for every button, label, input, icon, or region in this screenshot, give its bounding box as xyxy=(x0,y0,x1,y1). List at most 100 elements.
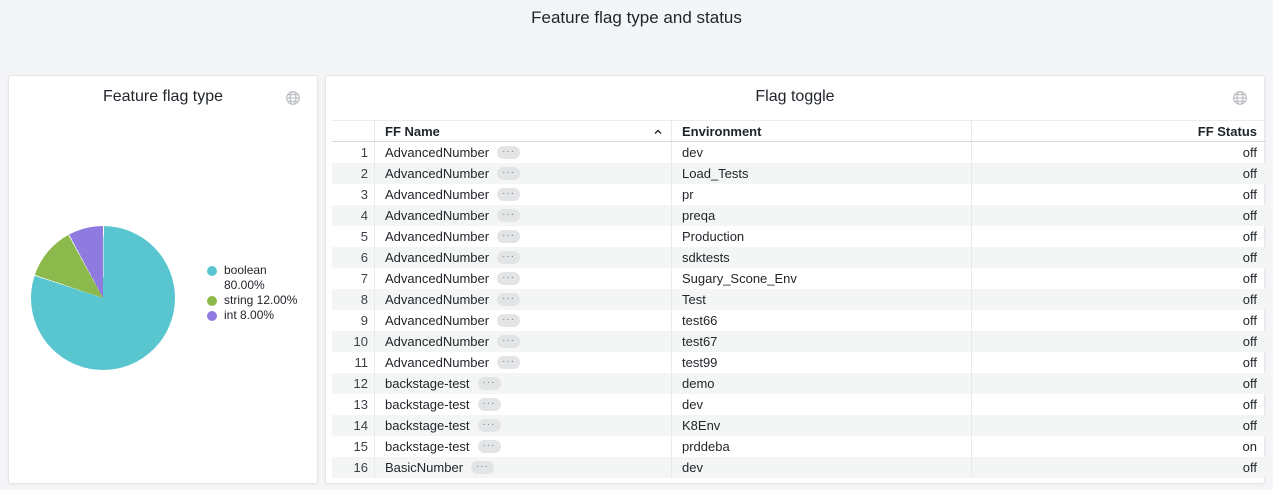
row-actions-ellipsis[interactable]: ··· xyxy=(497,272,520,285)
ff-status-cell: off xyxy=(971,352,1263,373)
ff-name-text: AdvancedNumber xyxy=(385,289,489,310)
ff-status-cell: off xyxy=(971,247,1263,268)
ff-name-text: AdvancedNumber xyxy=(385,352,489,373)
table-row: 7AdvancedNumber···Sugary_Scone_Envoff xyxy=(332,268,1266,289)
row-number-cell: 8 xyxy=(332,289,374,310)
table-row: 4AdvancedNumber···preqaoff xyxy=(332,205,1266,226)
row-number-cell: 4 xyxy=(332,205,374,226)
row-number-cell: 10 xyxy=(332,331,374,352)
row-actions-ellipsis[interactable]: ··· xyxy=(497,188,520,201)
ff-name-text: AdvancedNumber xyxy=(385,226,489,247)
table-row: 6AdvancedNumber···sdktestsoff xyxy=(332,247,1266,268)
table-row: 12backstage-test···demooff xyxy=(332,373,1266,394)
legend-item-int[interactable]: int 8.00% xyxy=(207,308,297,323)
ff-status-cell: off xyxy=(971,457,1263,478)
legend-label: int 8.00% xyxy=(224,308,274,323)
legend-item-string[interactable]: string 12.00% xyxy=(207,293,297,308)
ff-status-cell: off xyxy=(971,205,1263,226)
ff-name-text: backstage-test xyxy=(385,415,470,436)
row-actions-ellipsis[interactable]: ··· xyxy=(497,335,520,348)
environment-cell: pr xyxy=(671,184,971,205)
ff-name-text: AdvancedNumber xyxy=(385,331,489,352)
row-actions-ellipsis[interactable]: ··· xyxy=(478,398,501,411)
environment-cell: Sugary_Scone_Env xyxy=(671,268,971,289)
column-header-environment[interactable]: Environment xyxy=(671,121,971,141)
ff-name-cell: BasicNumber ··· xyxy=(374,457,671,478)
row-actions-ellipsis[interactable]: ··· xyxy=(497,209,520,222)
ff-name-cell: AdvancedNumber ··· xyxy=(374,226,671,247)
ff-status-cell: off xyxy=(971,142,1263,163)
row-actions-ellipsis[interactable]: ··· xyxy=(497,251,520,264)
row-actions-ellipsis[interactable]: ··· xyxy=(497,314,520,327)
row-actions-ellipsis[interactable]: ··· xyxy=(497,230,520,243)
table-row: 8 AdvancedNumber ··· Testoff xyxy=(332,289,1266,310)
table-row: 10 AdvancedNumber ··· test67off xyxy=(332,331,1266,352)
environment-cell: dev xyxy=(671,394,971,415)
environment-cell: Test xyxy=(671,289,971,310)
row-number-cell: 9 xyxy=(332,310,374,331)
ff-name-cell: backstage-test ··· xyxy=(374,436,671,457)
row-actions-ellipsis[interactable]: ··· xyxy=(497,146,520,159)
environment-cell: test66 xyxy=(671,310,971,331)
table-body: 1AdvancedNumber···devoff2AdvancedNumber·… xyxy=(332,142,1266,478)
ff-name-text: AdvancedNumber xyxy=(385,310,489,331)
column-header-ff-status[interactable]: FF Status xyxy=(971,121,1263,141)
ff-status-cell: off xyxy=(971,415,1263,436)
table-row: 2AdvancedNumber···Load_Testsoff xyxy=(332,163,1266,184)
row-actions-ellipsis[interactable]: ··· xyxy=(471,461,494,474)
ff-status-cell: off xyxy=(971,289,1263,310)
ff-status-cell: on xyxy=(971,436,1263,457)
panel-title: Flag toggle xyxy=(326,88,1264,106)
pie-legend: boolean80.00%string 12.00%int 8.00% xyxy=(207,263,297,323)
ff-name-cell: AdvancedNumber ··· xyxy=(374,310,671,331)
row-number-cell: 14 xyxy=(332,415,374,436)
legend-color-dot xyxy=(207,266,217,276)
panel-title: Feature flag type xyxy=(9,88,317,106)
globe-icon[interactable] xyxy=(1232,90,1248,106)
ff-name-text: backstage-test xyxy=(385,394,470,415)
ff-name-text: AdvancedNumber xyxy=(385,205,489,226)
ff-name-cell: AdvancedNumber ··· xyxy=(374,352,671,373)
globe-icon[interactable] xyxy=(285,90,301,106)
row-actions-ellipsis[interactable]: ··· xyxy=(478,440,501,453)
row-actions-ellipsis[interactable]: ··· xyxy=(478,377,501,390)
sort-ascending-icon xyxy=(653,127,663,137)
environment-cell: demo xyxy=(671,373,971,394)
ff-status-cell: off xyxy=(971,331,1263,352)
legend-item-boolean[interactable]: boolean80.00% xyxy=(207,263,297,293)
ff-name-text: backstage-test xyxy=(385,436,470,457)
ff-name-cell: AdvancedNumber··· xyxy=(374,163,671,184)
ff-name-text: BasicNumber xyxy=(385,457,463,478)
row-number-cell: 3 xyxy=(332,184,374,205)
column-header-rownum xyxy=(332,121,374,141)
table-row: 16BasicNumber···devoff xyxy=(332,457,1266,478)
row-actions-ellipsis[interactable]: ··· xyxy=(478,419,501,432)
flag-table: FF Name Environment FF Status 1AdvancedN… xyxy=(332,120,1266,478)
panel-feature-flag-type: Feature flag type boolean80.00%string 12… xyxy=(8,75,318,484)
row-actions-ellipsis[interactable]: ··· xyxy=(497,293,520,306)
pie-chart xyxy=(31,226,175,370)
ff-name-cell: AdvancedNumber ··· xyxy=(374,289,671,310)
ff-name-text: AdvancedNumber xyxy=(385,184,489,205)
ff-status-cell: off xyxy=(971,268,1263,289)
environment-cell: sdktests xyxy=(671,247,971,268)
table-row: 14backstage-test···K8Envoff xyxy=(332,415,1266,436)
table-row: 13backstage-test···devoff xyxy=(332,394,1266,415)
environment-cell: Load_Tests xyxy=(671,163,971,184)
environment-cell: dev xyxy=(671,142,971,163)
table-row: 15backstage-test···prddebaon xyxy=(332,436,1266,457)
ff-name-cell: backstage-test ··· xyxy=(374,415,671,436)
table-row: 1AdvancedNumber···devoff xyxy=(332,142,1266,163)
column-header-ff-name[interactable]: FF Name xyxy=(374,121,671,141)
row-actions-ellipsis[interactable]: ··· xyxy=(497,167,520,180)
ff-name-cell: AdvancedNumber ··· xyxy=(374,268,671,289)
ff-name-text: backstage-test xyxy=(385,373,470,394)
environment-cell: test99 xyxy=(671,352,971,373)
ff-name-text: AdvancedNumber xyxy=(385,268,489,289)
dashboard-title: Feature flag type and status xyxy=(0,8,1273,28)
ff-status-cell: off xyxy=(971,163,1263,184)
legend-color-dot xyxy=(207,296,217,306)
row-actions-ellipsis[interactable]: ··· xyxy=(497,356,520,369)
environment-cell: test67 xyxy=(671,331,971,352)
ff-name-text: AdvancedNumber xyxy=(385,247,489,268)
